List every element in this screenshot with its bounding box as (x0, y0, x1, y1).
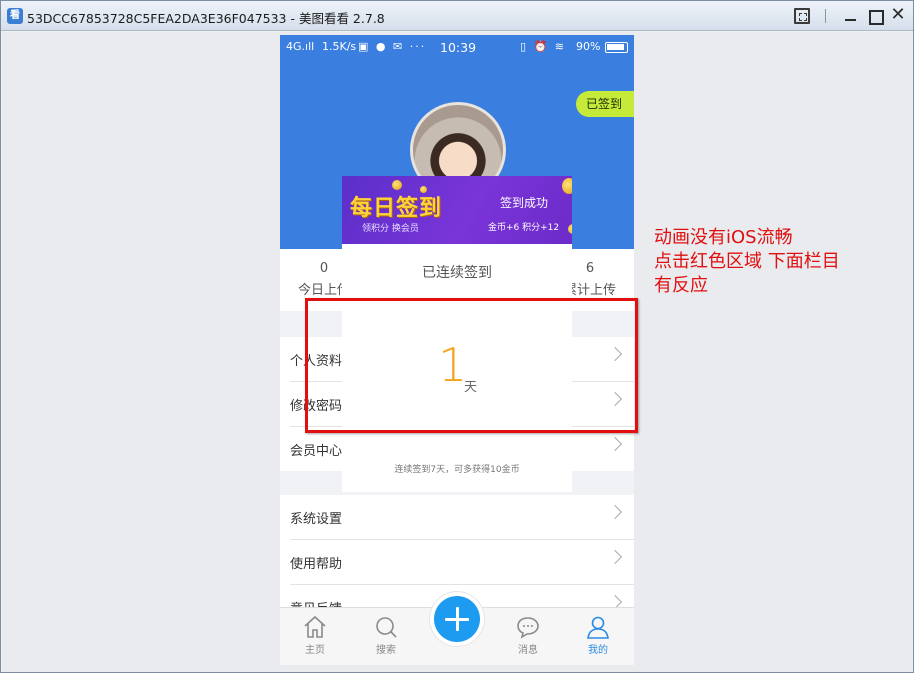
menu-item-label: 系统设置 (290, 512, 343, 527)
minimize-button[interactable] (843, 8, 859, 24)
menu-item-label: 使用帮助 (290, 557, 343, 572)
fit-window-button[interactable] (794, 8, 810, 24)
titlebar-divider (825, 9, 826, 23)
annotation-text: 动画没有iOS流畅 点击红色区域 下面栏目 有反应 (654, 226, 840, 298)
annotation-line: 动画没有iOS流畅 (654, 227, 793, 248)
menu-item-help[interactable]: 使用帮助 (290, 540, 634, 585)
annotation-line: 有反应 (654, 275, 708, 296)
menu-item-label: 会员中心 (290, 444, 343, 459)
tab-search[interactable]: 搜索 (356, 614, 416, 656)
signal-indicator: 4G.ıll (286, 40, 315, 53)
user-icon (587, 616, 609, 639)
checkin-success-text: 签到成功 (500, 196, 549, 210)
search-icon (376, 617, 397, 638)
banner-subtitle: 领积分 换会员 (362, 224, 419, 234)
window-title: 53DCC67853728C5FEA2DA3E36F047533 - 美图看看 … (27, 11, 385, 26)
highlight-box (305, 298, 638, 433)
home-icon (304, 615, 326, 638)
chevron-right-icon (607, 549, 623, 565)
tab-home[interactable]: 主页 (285, 614, 345, 656)
tab-mine[interactable]: 我的 (568, 614, 628, 656)
chat-bubble-icon (517, 617, 539, 639)
system-status-icons: ▯ ⏰ ≋ (520, 40, 566, 53)
tab-search-label: 搜索 (376, 645, 396, 656)
close-button[interactable]: ✕ (890, 6, 906, 24)
notification-icons: ▣ ● ✉ ··· (358, 40, 427, 53)
coin-icon (568, 224, 572, 234)
chevron-right-icon (607, 504, 623, 520)
checkin-banner: 每日签到 领积分 换会员 签到成功 金币+6 积分+12 (342, 176, 572, 244)
checked-in-badge[interactable]: 已签到 (576, 91, 634, 117)
tab-mine-label: 我的 (588, 645, 608, 656)
battery-percent: 90% (576, 40, 601, 53)
status-bar: 4G.ıll 1.5K/s ▣ ● ✉ ··· 10:39 ▯ ⏰ ≋ 90% (280, 35, 634, 59)
consecutive-label: 已连续签到 (422, 265, 492, 281)
tab-messages-label: 消息 (518, 645, 538, 656)
chevron-right-icon (607, 436, 623, 452)
status-time: 10:39 (440, 40, 477, 55)
app-icon: 看 (7, 8, 23, 24)
upload-fab-button[interactable] (430, 592, 484, 646)
network-speed: 1.5K/s (322, 40, 357, 53)
banner-title: 每日签到 (350, 196, 443, 221)
battery-icon (605, 42, 628, 53)
maximize-button[interactable] (867, 8, 884, 25)
bottom-tab-bar: 主页 搜索 消息 我的 (280, 592, 634, 665)
tab-home-label: 主页 (305, 645, 325, 656)
annotation-line: 点击红色区域 下面栏目 (654, 251, 840, 272)
coin-icon (562, 178, 572, 194)
title-bar[interactable]: 看 53DCC67853728C5FEA2DA3E36F047533 - 美图看… (1, 1, 913, 31)
bonus-note: 连续签到7天，可多获得10金币 (394, 465, 520, 475)
coin-icon (392, 180, 402, 190)
reward-text: 金币+6 积分+12 (488, 223, 560, 233)
menu-item-system-settings[interactable]: 系统设置 (290, 495, 634, 540)
tab-messages[interactable]: 消息 (498, 614, 558, 656)
plus-icon (434, 596, 480, 642)
